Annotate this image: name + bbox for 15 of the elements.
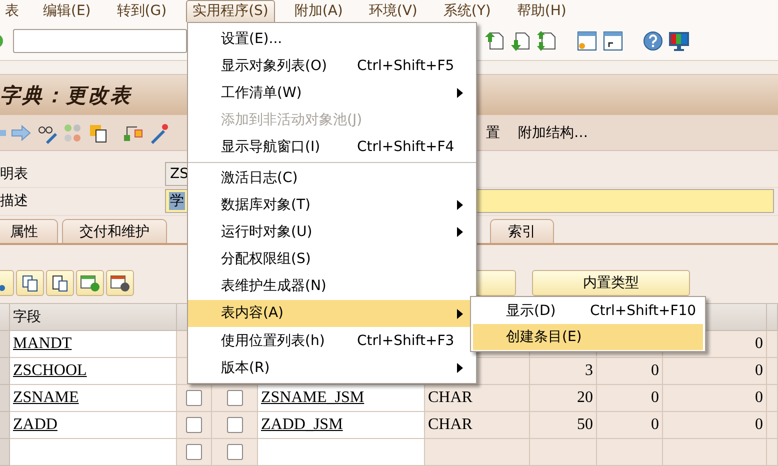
screen-title: 字典：更改表 (0, 82, 132, 109)
table-cell: 0 (663, 412, 767, 439)
table-cell: CHAR (425, 412, 530, 439)
field-label: 明表 (0, 164, 29, 183)
table-cell: 20 (530, 385, 597, 412)
table-cell: 3 (530, 358, 597, 385)
table-cell: 0 (663, 358, 767, 385)
field-label: 描述 (0, 192, 29, 210)
column-header: 字段 (10, 304, 177, 331)
table-cell: 0 (597, 412, 663, 439)
table-cell: 0 (597, 358, 663, 385)
table-cell: 0 (597, 385, 663, 412)
table-cell: 0 (663, 385, 767, 412)
table-cell: 50 (530, 412, 597, 439)
table-cell: CHAR (425, 385, 530, 412)
